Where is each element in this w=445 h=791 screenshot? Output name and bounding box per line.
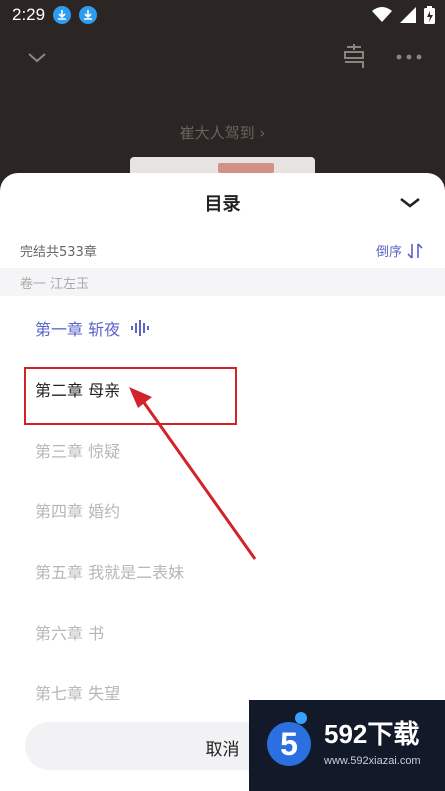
download-notification-icon: [53, 6, 71, 24]
status-bar: 2:29: [0, 0, 445, 30]
toc-sheet: 目录 完结共533章 倒序 卷一 江左玉 第一章 斩夜 第二章 母亲 第三章 惊…: [0, 173, 445, 791]
more-icon[interactable]: [396, 54, 422, 60]
watermark-url: www.592xiazai.com: [324, 755, 421, 767]
svg-text:5: 5: [280, 726, 298, 762]
watermark-brand: 592下载: [324, 719, 420, 749]
watermark-logo: 5: [267, 712, 311, 766]
download-notification-icon: [79, 6, 97, 24]
wifi-icon: [372, 7, 392, 22]
author-link[interactable]: 崔大人驾到 ›: [0, 122, 445, 143]
battery-charging-icon: [424, 6, 435, 24]
annotation-arrow: [129, 387, 257, 560]
status-time: 2:29: [12, 5, 46, 24]
chevron-down-icon[interactable]: [27, 52, 47, 64]
signal-icon: [400, 7, 416, 23]
playlist-icon[interactable]: [342, 44, 366, 70]
watermark: 5 592下载 www.592xiazai.com: [249, 700, 445, 791]
player-top-bar: [0, 30, 445, 90]
